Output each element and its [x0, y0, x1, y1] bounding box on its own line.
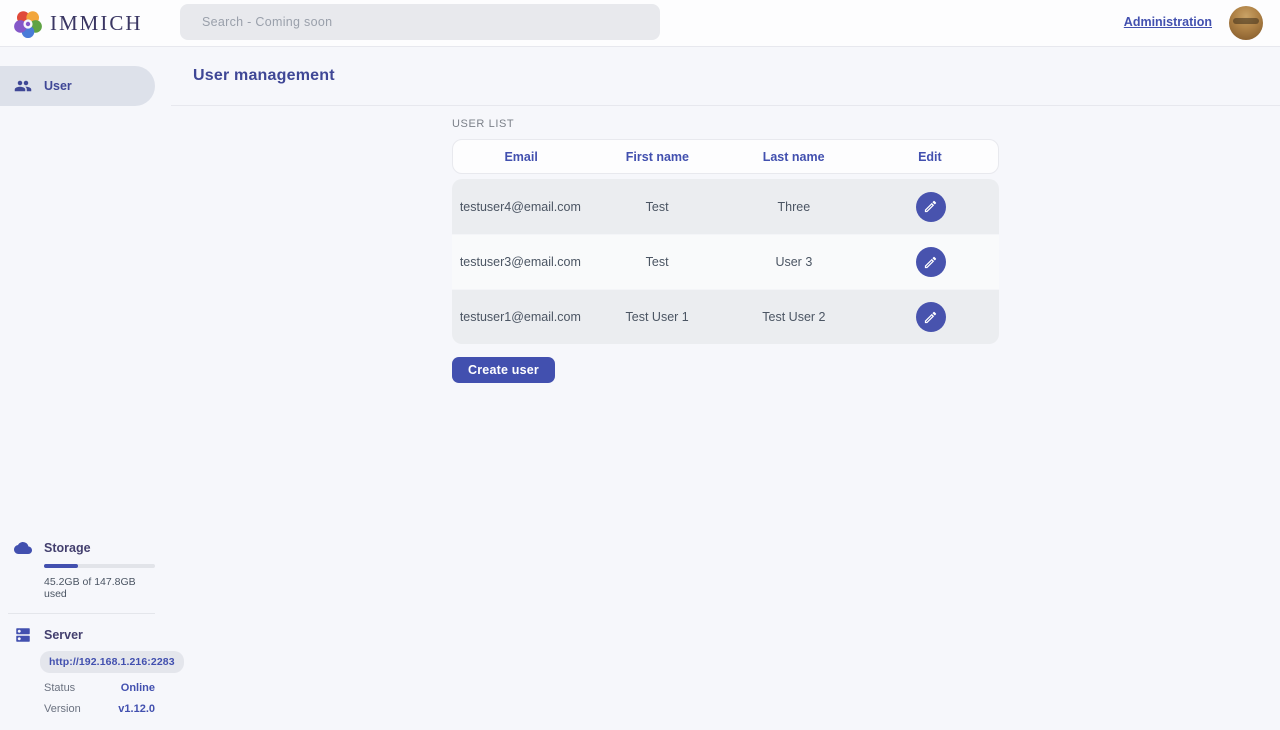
immich-logo-icon — [14, 10, 42, 38]
first-name-cell: Test User 1 — [589, 310, 726, 324]
storage-usage-text: 45.2GB of 147.8GB used — [44, 576, 155, 600]
page-title: User management — [193, 67, 335, 85]
content-header: User management — [171, 47, 1280, 106]
user-list-label: USER LIST — [452, 118, 1280, 130]
first-name-cell: Test — [589, 200, 726, 214]
table-row: testuser4@email.comTestThree — [452, 179, 999, 234]
server-title: Server — [44, 628, 83, 642]
administration-link[interactable]: Administration — [1124, 15, 1212, 29]
column-header-email: Email — [453, 150, 589, 164]
status-value: Online — [121, 682, 155, 694]
server-url-badge: http://192.168.1.216:2283 — [40, 651, 184, 673]
top-navbar: IMMICH Administration — [0, 0, 1280, 47]
column-header-first-name: First name — [589, 150, 725, 164]
last-name-cell: Test User 2 — [726, 310, 863, 324]
version-label: Version — [44, 703, 81, 715]
sidebar-item-user[interactable]: User — [0, 66, 155, 106]
server-status-row: Status Online — [44, 682, 155, 694]
brand-wordmark: IMMICH — [50, 11, 143, 36]
storage-progress-fill — [44, 564, 78, 568]
brand[interactable]: IMMICH — [14, 0, 143, 47]
column-header-edit: Edit — [862, 150, 998, 164]
pencil-icon — [923, 310, 938, 325]
edit-user-button[interactable] — [916, 247, 946, 277]
edit-cell — [862, 192, 999, 222]
server-section-header: Server — [14, 626, 155, 644]
search-input[interactable] — [180, 4, 660, 40]
table-header-row: Email First name Last name Edit — [452, 139, 999, 174]
server-icon — [14, 626, 32, 644]
email-cell: testuser1@email.com — [452, 310, 589, 324]
table-row: testuser3@email.comTestUser 3 — [452, 234, 999, 289]
last-name-cell: User 3 — [726, 255, 863, 269]
first-name-cell: Test — [589, 255, 726, 269]
sidebar-divider — [8, 613, 155, 614]
sidebar-item-label: User — [44, 79, 72, 93]
server-version-row: Version v1.12.0 — [44, 703, 155, 715]
user-table: Email First name Last name Edit testuser… — [452, 139, 999, 344]
storage-section-header: Storage — [14, 539, 155, 557]
pencil-icon — [923, 199, 938, 214]
last-name-cell: Three — [726, 200, 863, 214]
edit-cell — [862, 247, 999, 277]
main-content: User management USER LIST Email First na… — [171, 47, 1280, 730]
edit-user-button[interactable] — [916, 302, 946, 332]
user-avatar[interactable] — [1229, 6, 1263, 40]
sidebar-footer: Storage 45.2GB of 147.8GB used Server ht… — [0, 539, 171, 730]
edit-user-button[interactable] — [916, 192, 946, 222]
pencil-icon — [923, 255, 938, 270]
status-label: Status — [44, 682, 75, 694]
email-cell: testuser4@email.com — [452, 200, 589, 214]
table-row: testuser1@email.comTest User 1Test User … — [452, 289, 999, 344]
storage-title: Storage — [44, 541, 91, 555]
version-value: v1.12.0 — [118, 703, 155, 715]
edit-cell — [862, 302, 999, 332]
column-header-last-name: Last name — [726, 150, 862, 164]
user-table-body: testuser4@email.comTestThreetestuser3@em… — [452, 179, 999, 344]
storage-progress-bar — [44, 564, 155, 568]
sidebar: User Storage 45.2GB of 147.8GB used Serv… — [0, 47, 171, 730]
email-cell: testuser3@email.com — [452, 255, 589, 269]
users-icon — [14, 77, 32, 95]
create-user-button[interactable]: Create user — [452, 357, 555, 383]
cloud-icon — [14, 539, 32, 557]
